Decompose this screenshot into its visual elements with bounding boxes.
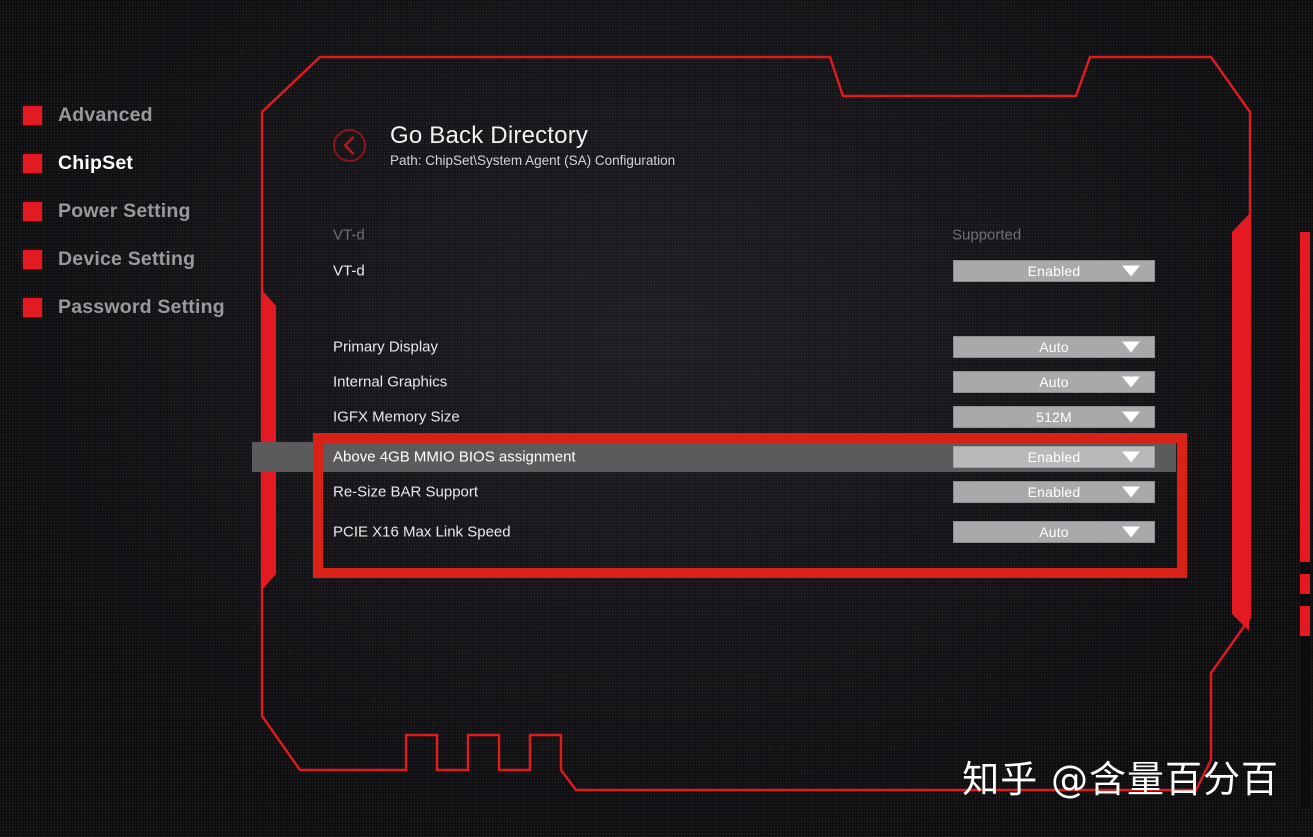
sidebar-item-label: Advanced <box>58 104 153 126</box>
sidebar-item-advanced[interactable]: Advanced <box>23 104 153 127</box>
settings-row[interactable]: VT-d Enabled <box>276 256 1176 286</box>
setting-label: Primary Display <box>333 338 439 356</box>
sidebar: Advanced ChipSet Power Setting Device Setti… <box>0 0 262 837</box>
selection-tab <box>252 442 276 472</box>
sidebar-item-label: ChipSet <box>58 152 134 174</box>
watermark-text: 知乎 @含量百分百 <box>962 758 1279 801</box>
setting-static-value: Supported <box>952 226 1022 244</box>
sidebar-item-label: Device Setting <box>58 248 196 270</box>
dropdown-value: 512M <box>1036 409 1072 425</box>
setting-dropdown[interactable]: Auto <box>953 336 1155 358</box>
settings-row: VT-d Supported <box>276 220 1176 250</box>
sidebar-item-power-setting[interactable]: Power Setting <box>23 200 191 223</box>
setting-dropdown[interactable]: Enabled <box>953 260 1155 282</box>
chevron-left-circle-icon <box>333 129 366 162</box>
sidebar-item-label: Password Setting <box>58 296 225 318</box>
square-bullet-icon <box>23 202 42 221</box>
settings-row[interactable]: Primary Display Auto <box>276 332 1176 362</box>
setting-label: VT-d <box>333 262 365 280</box>
scrollbar-thumb[interactable] <box>1300 232 1310 636</box>
chevron-down-icon <box>1122 376 1140 388</box>
settings-row[interactable]: IGFX Memory Size 512M <box>276 402 1176 432</box>
square-bullet-icon <box>23 298 42 317</box>
page-title: Go Back Directory <box>390 122 589 149</box>
dropdown-value: Enabled <box>1027 263 1081 279</box>
square-bullet-icon <box>23 250 42 269</box>
chevron-down-icon <box>1122 411 1140 423</box>
sidebar-item-device-setting[interactable]: Device Setting <box>23 248 195 271</box>
go-back-button[interactable] <box>332 128 367 163</box>
chevron-down-icon <box>1122 265 1140 277</box>
sidebar-item-chipset[interactable]: ChipSet <box>23 152 133 175</box>
dropdown-value: Auto <box>1039 339 1069 355</box>
chevron-down-icon <box>1122 341 1140 353</box>
settings-row[interactable]: Internal Graphics Auto <box>276 367 1176 397</box>
settings-panel: Go Back Directory Path: ChipSet\System A… <box>252 52 1236 812</box>
sidebar-item-password-setting[interactable]: Password Setting <box>23 296 225 319</box>
highlight-annotation-box <box>313 433 1187 578</box>
setting-dropdown[interactable]: Auto <box>953 371 1155 393</box>
square-bullet-icon <box>23 106 42 125</box>
setting-label: VT-d <box>333 226 365 244</box>
scrollbar-notch <box>1300 594 1310 606</box>
breadcrumb-path: Path: ChipSet\System Agent (SA) Configur… <box>390 153 676 168</box>
scrollbar-notch <box>1300 562 1310 574</box>
setting-label: IGFX Memory Size <box>333 408 460 426</box>
dropdown-value: Auto <box>1039 374 1069 390</box>
sidebar-item-label: Power Setting <box>58 200 191 222</box>
square-bullet-icon <box>23 154 42 173</box>
left-accent-bar <box>262 290 276 590</box>
setting-label: Internal Graphics <box>333 373 448 391</box>
setting-dropdown[interactable]: 512M <box>953 406 1155 428</box>
